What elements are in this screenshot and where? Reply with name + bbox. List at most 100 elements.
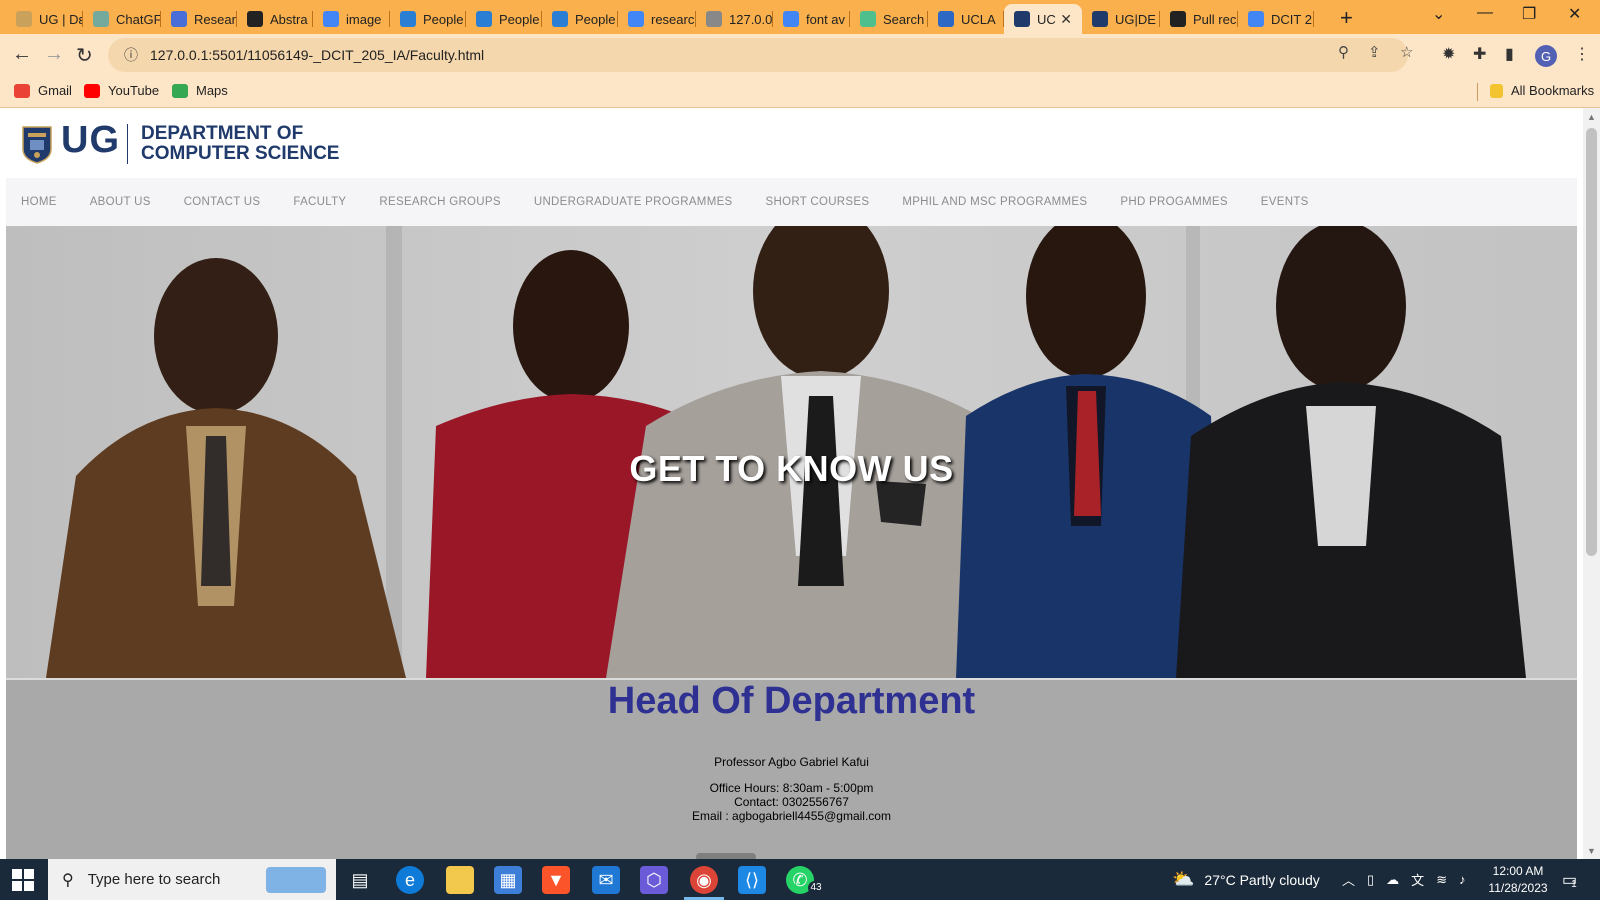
nav-link[interactable]: RESEARCH GROUPS bbox=[379, 196, 500, 208]
minimize-button[interactable]: — bbox=[1477, 4, 1493, 22]
all-bookmarks-button[interactable]: All Bookmarks bbox=[1490, 83, 1594, 98]
task-view-icon[interactable]: ▤ bbox=[346, 866, 374, 894]
nav-link[interactable]: FACULTY bbox=[293, 196, 346, 208]
vscode-icon[interactable]: ⟨⟩ bbox=[738, 866, 766, 894]
nav-link[interactable]: CONTACT US bbox=[184, 196, 261, 208]
reload-button[interactable]: ↻ bbox=[76, 43, 93, 68]
extensions-puzzle-icon[interactable]: ✚ bbox=[1473, 44, 1486, 64]
taskbar-search[interactable]: ⚲ Type here to search bbox=[48, 859, 336, 900]
clock-time: 12:00 AM bbox=[1492, 864, 1544, 878]
tray-expand-icon[interactable]: ︿ bbox=[1342, 870, 1355, 889]
scroll-up-arrow-icon[interactable]: ▲ bbox=[1587, 112, 1596, 122]
browser-tab[interactable]: Pull rec bbox=[1160, 4, 1238, 34]
extension-bug-icon[interactable]: ✹ bbox=[1442, 44, 1455, 64]
hod-email[interactable]: Email : agbogabriell4455@gmail.com bbox=[6, 809, 1577, 823]
tab-search-icon[interactable]: ⌄ bbox=[1432, 4, 1445, 24]
nav-link[interactable]: UNDERGRADUATE PROGRAMMES bbox=[534, 196, 733, 208]
forward-button[interactable]: → bbox=[44, 43, 64, 66]
volume-icon[interactable]: ♪ bbox=[1459, 872, 1466, 887]
edge-icon[interactable]: e bbox=[396, 866, 424, 894]
bookmark-item[interactable]: YouTube bbox=[84, 83, 159, 98]
tab-separator bbox=[1313, 11, 1314, 27]
ug-logo-text[interactable]: UG bbox=[61, 119, 120, 162]
nav-link[interactable]: HOME bbox=[21, 196, 57, 208]
bookmark-item[interactable]: Gmail bbox=[14, 83, 72, 98]
brave-icon[interactable]: ▼ bbox=[542, 866, 570, 894]
tab-label: DCIT 2 bbox=[1271, 11, 1312, 27]
department-name: DEPARTMENT OF COMPUTER SCIENCE bbox=[141, 124, 381, 164]
nav-link[interactable]: ABOUT US bbox=[90, 196, 151, 208]
browser-tab[interactable]: People bbox=[542, 4, 618, 34]
dept-line-2: COMPUTER SCIENCE bbox=[141, 143, 340, 164]
nav-link[interactable]: MPHIL AND MSC PROGRAMMES bbox=[902, 196, 1087, 208]
browser-tab[interactable]: People bbox=[466, 4, 542, 34]
bookmark-icon bbox=[172, 83, 188, 98]
wifi-icon[interactable]: ≋ bbox=[1436, 872, 1447, 888]
browser-tab[interactable]: UG | Dε bbox=[6, 4, 83, 34]
ug-crest-icon[interactable] bbox=[21, 125, 53, 165]
main-navigation: HOME ABOUT US CONTACT US FACULTY RESEARCH GR… bbox=[6, 178, 1577, 226]
file-explorer-icon[interactable] bbox=[446, 866, 474, 894]
browser-tab[interactable]: font av bbox=[773, 4, 850, 34]
nav-link[interactable]: EVENTS bbox=[1261, 196, 1309, 208]
microsoft-store-icon[interactable]: ▦ bbox=[494, 866, 522, 894]
zoom-icon[interactable]: ⚲ bbox=[1338, 43, 1349, 61]
profile-avatar[interactable]: G bbox=[1535, 45, 1557, 67]
browser-tab[interactable]: UG|DE bbox=[1082, 4, 1160, 34]
side-panel-icon[interactable]: ▮ bbox=[1505, 44, 1514, 64]
bookmark-item[interactable]: Maps bbox=[172, 83, 228, 98]
tab-label: researc bbox=[651, 11, 695, 27]
site-info-icon[interactable]: ⓘ bbox=[124, 45, 138, 65]
device-icon[interactable]: ▯ bbox=[1367, 872, 1374, 888]
notifications-button[interactable]: ▭ 1 bbox=[1562, 859, 1577, 900]
new-tab-button[interactable]: + bbox=[1340, 5, 1353, 31]
page-scrollbar[interactable]: ▲ ▼ bbox=[1583, 108, 1600, 859]
scroll-down-arrow-icon[interactable]: ▼ bbox=[1587, 846, 1596, 856]
browser-tab[interactable]: 127.0.0 bbox=[696, 4, 773, 34]
whatsapp-badge: 43 bbox=[808, 881, 824, 895]
browser-tab[interactable]: image bbox=[313, 4, 390, 34]
taskbar-clock[interactable]: 12:00 AM 11/28/2023 bbox=[1478, 863, 1558, 897]
browser-tab[interactable]: ChatGF bbox=[83, 4, 161, 34]
browser-tab[interactable]: DCIT 2 bbox=[1238, 4, 1314, 34]
tab-close-icon[interactable]: ✕ bbox=[1060, 11, 1072, 28]
bookmarks-bar: Gmail YouTube Maps All Bookmarks bbox=[0, 76, 1600, 108]
browser-tab[interactable]: Resear bbox=[161, 4, 237, 34]
cloud-icon[interactable]: ☁ bbox=[1386, 872, 1399, 888]
windows-start-icon[interactable] bbox=[10, 867, 36, 893]
chrome-icon[interactable]: ◉ bbox=[690, 866, 718, 894]
nav-link[interactable]: PHD PROGAMMES bbox=[1120, 196, 1227, 208]
scroll-thumb[interactable] bbox=[1586, 128, 1597, 556]
faculty-page: UG DEPARTMENT OF COMPUTER SCIENCE HOME AB… bbox=[6, 108, 1577, 859]
head-of-department-section: Head Of Department Professor Agbo Gabrie… bbox=[6, 678, 1577, 859]
taskbar-search-placeholder: Type here to search bbox=[87, 871, 221, 888]
restore-button[interactable]: ❐ bbox=[1522, 4, 1536, 24]
all-bookmarks-label: All Bookmarks bbox=[1511, 83, 1595, 98]
browser-tab[interactable]: People bbox=[390, 4, 466, 34]
tab-favicon-icon bbox=[323, 11, 339, 27]
partly-cloudy-icon: ⛅ bbox=[1172, 869, 1195, 889]
folder-icon bbox=[1490, 83, 1503, 98]
back-button[interactable]: ← bbox=[12, 43, 32, 66]
mail-icon[interactable]: ✉ bbox=[592, 866, 620, 894]
browser-tab[interactable]: Search bbox=[850, 4, 928, 34]
hod-office-hours: Office Hours: 8:30am - 5:00pm bbox=[709, 781, 874, 795]
close-window-button[interactable]: ✕ bbox=[1568, 4, 1581, 24]
weather-widget[interactable]: ⛅ 27°C Partly cloudy bbox=[1172, 859, 1320, 900]
browser-tab[interactable]: UCLA bbox=[928, 4, 1004, 34]
url-text[interactable]: 127.0.0.1:5501/11056149-_DCIT_205_IA/Fac… bbox=[150, 47, 484, 63]
tab-favicon-icon bbox=[93, 11, 109, 27]
tab-favicon-icon bbox=[16, 11, 32, 27]
menu-kebab-icon[interactable]: ⋮ bbox=[1574, 44, 1590, 64]
app-icon[interactable]: ⬡ bbox=[640, 866, 668, 894]
browser-tab[interactable]: researc bbox=[618, 4, 696, 34]
notification-count: 1 bbox=[1571, 879, 1577, 890]
share-icon[interactable]: ⇪ bbox=[1368, 43, 1381, 61]
hod-heading: Head Of Department bbox=[607, 680, 976, 722]
address-bar[interactable]: ⓘ 127.0.0.1:5501/11056149-_DCIT_205_IA/F… bbox=[108, 38, 1408, 72]
language-icon[interactable]: 文 bbox=[1411, 870, 1424, 889]
browser-tab[interactable]: Abstra bbox=[237, 4, 313, 34]
nav-link[interactable]: SHORT COURSES bbox=[766, 196, 870, 208]
browser-tab[interactable]: UC ✕ bbox=[1004, 4, 1082, 34]
bookmark-star-icon[interactable]: ☆ bbox=[1400, 43, 1413, 61]
